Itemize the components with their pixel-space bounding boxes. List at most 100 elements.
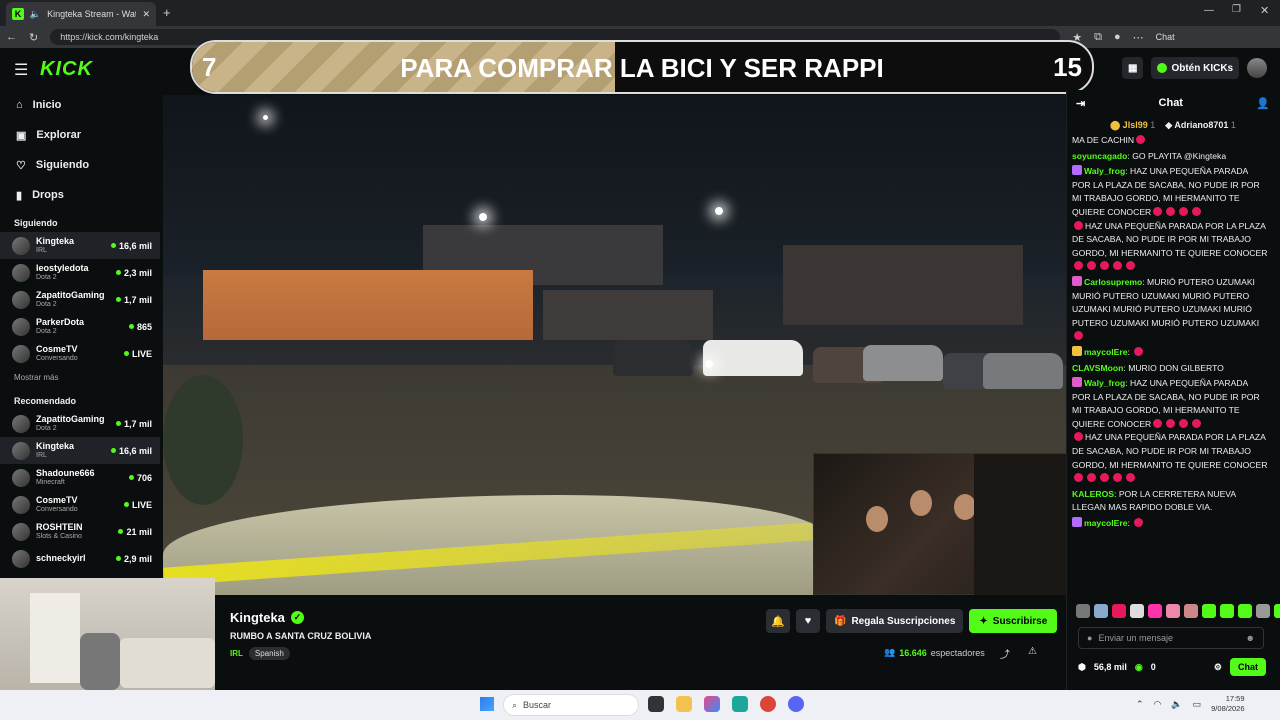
- chat-username[interactable]: CLAVSMoon: [1072, 363, 1123, 373]
- reload-icon[interactable]: ↻: [29, 31, 38, 44]
- library-button[interactable]: ▦: [1122, 57, 1144, 79]
- chat-username[interactable]: maycolEre: [1084, 347, 1127, 357]
- volume-icon[interactable]: 🔈: [1171, 699, 1182, 710]
- follow-heart-button[interactable]: ♥: [796, 609, 820, 633]
- emote-picker-icon[interactable]: [1202, 604, 1216, 618]
- nav-label: Inicio: [32, 99, 62, 111]
- chat-username[interactable]: KALEROS: [1072, 489, 1114, 499]
- channel-category: Dota 2: [36, 327, 57, 335]
- emote-picker-icon[interactable]: [1112, 604, 1126, 618]
- gift-subs-button[interactable]: 🎁 Regala Suscripciones: [826, 609, 964, 633]
- channel-viewers: 865: [128, 322, 152, 332]
- channel-info: ZapatitoGaming Dota 2: [36, 290, 110, 308]
- wifi-icon[interactable]: ◠: [1154, 699, 1162, 710]
- sidebar-channel[interactable]: schneckyirl 2,9 mil: [0, 545, 160, 572]
- back-icon[interactable]: ←: [6, 31, 17, 43]
- minimize-icon[interactable]: —: [1204, 5, 1214, 16]
- extensions-icon[interactable]: ⧉: [1094, 31, 1102, 44]
- emote-picker-icon[interactable]: [1256, 604, 1270, 618]
- sidebar-channel[interactable]: CosmeTV Conversando LIVE: [0, 340, 160, 367]
- leaderboard-entry[interactable]: ◆ Adriano8701 1: [1165, 120, 1236, 131]
- streamer-name[interactable]: Kingteka ✓: [230, 610, 304, 625]
- taskbar-search[interactable]: ⌕ Buscar: [503, 694, 639, 716]
- channel-avatar: [12, 317, 30, 336]
- new-tab-icon[interactable]: +: [163, 5, 171, 20]
- video-player[interactable]: [163, 95, 1066, 595]
- chat-username[interactable]: soyuncagado: [1072, 151, 1127, 161]
- tray-chevron-icon[interactable]: ⌃: [1136, 699, 1144, 710]
- notification-bell-button[interactable]: 🔔: [766, 609, 790, 633]
- file-explorer-icon[interactable]: [676, 696, 692, 712]
- close-tab-icon[interactable]: ✕: [142, 9, 150, 20]
- sidebar-channel[interactable]: ZapatitoGaming Dota 2 1,7 mil: [0, 410, 160, 437]
- nav-item-explorar[interactable]: ▣ Explorar: [0, 120, 160, 150]
- nav-item-siguiendo[interactable]: ♡ Siguiendo: [0, 150, 160, 180]
- emote-picker-icon[interactable]: [1076, 604, 1090, 618]
- emote-picker-icon[interactable]: [1274, 604, 1280, 618]
- collapse-chat-icon[interactable]: ⇥: [1076, 97, 1085, 110]
- chat-username[interactable]: Waly_frog: [1084, 378, 1125, 388]
- emote-picker-icon[interactable]: [1130, 604, 1144, 618]
- sidebar-channel[interactable]: ROSHTEIN Slots & Casino 21 mil: [0, 518, 160, 545]
- report-icon[interactable]: ⚠: [1028, 646, 1037, 661]
- sidebar-channel[interactable]: ZapatitoGaming Dota 2 1,7 mil: [0, 286, 160, 313]
- menu-dots-icon[interactable]: ⋯: [1133, 31, 1144, 44]
- leaderboard-entry[interactable]: ⬤ Jlsl99 1: [1110, 120, 1155, 131]
- maximize-icon[interactable]: ❐: [1232, 4, 1241, 15]
- language-tag[interactable]: Spanish: [248, 647, 290, 660]
- following-title: Siguiendo: [14, 218, 58, 228]
- get-kicks-button[interactable]: Obtén KICKs: [1151, 57, 1240, 79]
- user-avatar[interactable]: [1247, 58, 1268, 78]
- channel-viewers: 16,6 mil: [110, 446, 152, 456]
- hamburger-menu-icon[interactable]: ☰: [14, 60, 28, 80]
- chat-username[interactable]: maycolEre: [1084, 518, 1127, 528]
- street-light: [715, 207, 723, 215]
- close-window-icon[interactable]: ✕: [1260, 4, 1269, 17]
- stream-title: RUMBO A SANTA CRUZ BOLIVIA: [230, 631, 372, 641]
- emote-picker-icon[interactable]: [1220, 604, 1234, 618]
- channel-points[interactable]: 56,8 mil: [1094, 662, 1127, 672]
- sidebar-channel[interactable]: Kingteka IRL 16,6 mil: [0, 232, 160, 259]
- monopol-wall: [543, 290, 713, 340]
- chat-messages: MA DE CACHIN soyuncagado: GO PLAYITA @Kin…: [1072, 134, 1268, 598]
- stream-category[interactable]: IRL: [230, 649, 243, 658]
- battery-icon[interactable]: ▭: [1193, 699, 1202, 710]
- profile-icon[interactable]: ●: [1114, 31, 1121, 43]
- live-dot-icon: [123, 502, 129, 507]
- show-more-link[interactable]: Mostrar más: [0, 367, 160, 388]
- send-chat-button[interactable]: Chat: [1230, 658, 1266, 676]
- sidebar-channel[interactable]: Shadoune666 Minecraft 706: [0, 464, 160, 491]
- emoji-icon[interactable]: ☻: [1246, 633, 1255, 643]
- sidebar-channel[interactable]: ParkerDota Dota 2 865: [0, 313, 160, 340]
- chat-users-icon[interactable]: 👤: [1256, 97, 1270, 110]
- chrome-icon[interactable]: [760, 696, 776, 712]
- clock[interactable]: 17:59 9/08/2026: [1211, 694, 1244, 714]
- chat-extension-label[interactable]: Chat: [1156, 32, 1175, 42]
- emote-picker-icon[interactable]: [1166, 604, 1180, 618]
- channel-viewer-count: LIVE: [131, 348, 152, 359]
- emote-picker-icon[interactable]: [1148, 604, 1162, 618]
- subscribe-button[interactable]: ✦ Suscribirse: [969, 609, 1058, 633]
- sidebar-channel[interactable]: CosmeTV Conversando LIVE: [0, 491, 160, 518]
- emote-picker-icon[interactable]: [1238, 604, 1252, 618]
- emote-picker-icon[interactable]: [1094, 604, 1108, 618]
- task-view-icon[interactable]: [648, 696, 664, 712]
- nav-item-drops[interactable]: ▮ Drops: [0, 180, 160, 210]
- share-icon[interactable]: ⤴: [1000, 646, 1010, 661]
- channel-avatar: [12, 522, 30, 541]
- edge-icon[interactable]: [732, 696, 748, 712]
- chat-input[interactable]: ● Enviar un mensaje ☻: [1078, 627, 1264, 649]
- emote-picker-icon[interactable]: [1184, 604, 1198, 618]
- sidebar-channel[interactable]: leostyledota Dota 2 2,3 mil: [0, 259, 160, 286]
- chat-username[interactable]: Carlosupremo: [1084, 277, 1142, 287]
- windows-start-icon[interactable]: [480, 697, 494, 711]
- settings-gear-icon[interactable]: ⚙: [1214, 662, 1222, 673]
- chat-username[interactable]: Waly_frog: [1084, 166, 1125, 176]
- copilot-icon[interactable]: [704, 696, 720, 712]
- discord-icon[interactable]: [788, 696, 804, 712]
- audio-icon[interactable]: 🔈: [30, 9, 41, 20]
- kick-logo[interactable]: KICK: [40, 58, 93, 81]
- nav-item-inicio[interactable]: ⌂ Inicio: [0, 90, 160, 120]
- browser-tab[interactable]: K 🔈 Kingteka Stream - Watch Live ✕: [6, 2, 156, 26]
- sidebar-channel[interactable]: Kingteka IRL 16,6 mil: [0, 437, 160, 464]
